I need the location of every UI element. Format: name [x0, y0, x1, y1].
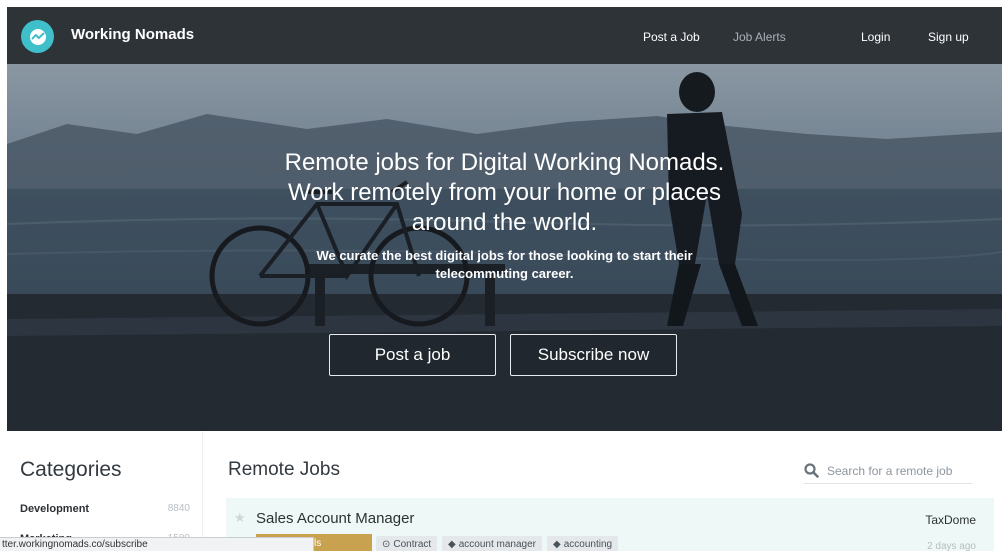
logo-icon[interactable]: [21, 20, 54, 53]
nav-job-alerts-link[interactable]: Job Alerts: [733, 30, 786, 44]
browser-status-url: tter.workingnomads.co/subscribe: [0, 537, 314, 551]
job-tag-accounting[interactable]: ◆ accounting: [547, 536, 619, 551]
hero-banner: Remote jobs for Digital Working Nomads. …: [7, 64, 1002, 431]
hero-subtitle: We curate the best digital jobs for thos…: [7, 247, 1002, 283]
subscribe-now-button[interactable]: Subscribe now: [510, 334, 677, 376]
job-title[interactable]: Sales Account Manager: [256, 510, 414, 527]
hero-headline-line-3: around the world.: [411, 209, 598, 236]
job-search: [804, 458, 972, 484]
job-tag-label: account manager: [458, 539, 536, 550]
categories-heading: Categories: [20, 458, 122, 481]
post-a-job-button[interactable]: Post a job: [329, 334, 496, 376]
category-item-development[interactable]: Development 8840: [20, 503, 190, 515]
job-tag-contract[interactable]: ⊙ Contract: [376, 536, 438, 551]
tag-icon: ◆: [448, 539, 456, 550]
job-tag-label: Contract: [393, 539, 432, 550]
job-company[interactable]: TaxDome: [925, 513, 976, 527]
hero-headline: Remote jobs for Digital Working Nomads. …: [7, 148, 1002, 238]
tag-icon: ◆: [553, 539, 561, 550]
job-tag-account-manager[interactable]: ◆ account manager: [442, 536, 542, 551]
nav-login-link[interactable]: Login: [861, 30, 890, 44]
job-tag-label: accounting: [563, 539, 613, 550]
category-count: 8840: [167, 503, 190, 514]
category-label: Development: [20, 503, 90, 515]
nav-signup-link[interactable]: Sign up: [928, 30, 969, 44]
search-icon: [804, 463, 819, 478]
star-icon[interactable]: ★: [234, 510, 246, 526]
remote-jobs-heading: Remote Jobs: [228, 459, 340, 480]
top-navbar: Working Nomads Post a Job Job Alerts Log…: [7, 7, 1002, 64]
hero-headline-line-2: Work remotely from your home or places: [287, 179, 722, 206]
nav-post-a-job-link[interactable]: Post a Job: [643, 30, 700, 44]
hero-subtitle-line-1: We curate the best digital jobs for thos…: [316, 248, 693, 263]
job-date: 2 days ago: [927, 541, 976, 551]
hero-headline-line-1: Remote jobs for Digital Working Nomads.: [284, 149, 725, 176]
brand-name[interactable]: Working Nomads: [71, 26, 194, 43]
job-listing-row[interactable]: ★ Sales Account Manager TaxDome 2 days a…: [226, 498, 994, 551]
clock-icon: ⊙: [382, 539, 391, 550]
hero-subtitle-line-2: telecommuting career.: [435, 266, 574, 281]
categories-sidebar: Categories Development 8840 Marketing 15…: [7, 431, 203, 551]
search-input[interactable]: [827, 463, 972, 478]
